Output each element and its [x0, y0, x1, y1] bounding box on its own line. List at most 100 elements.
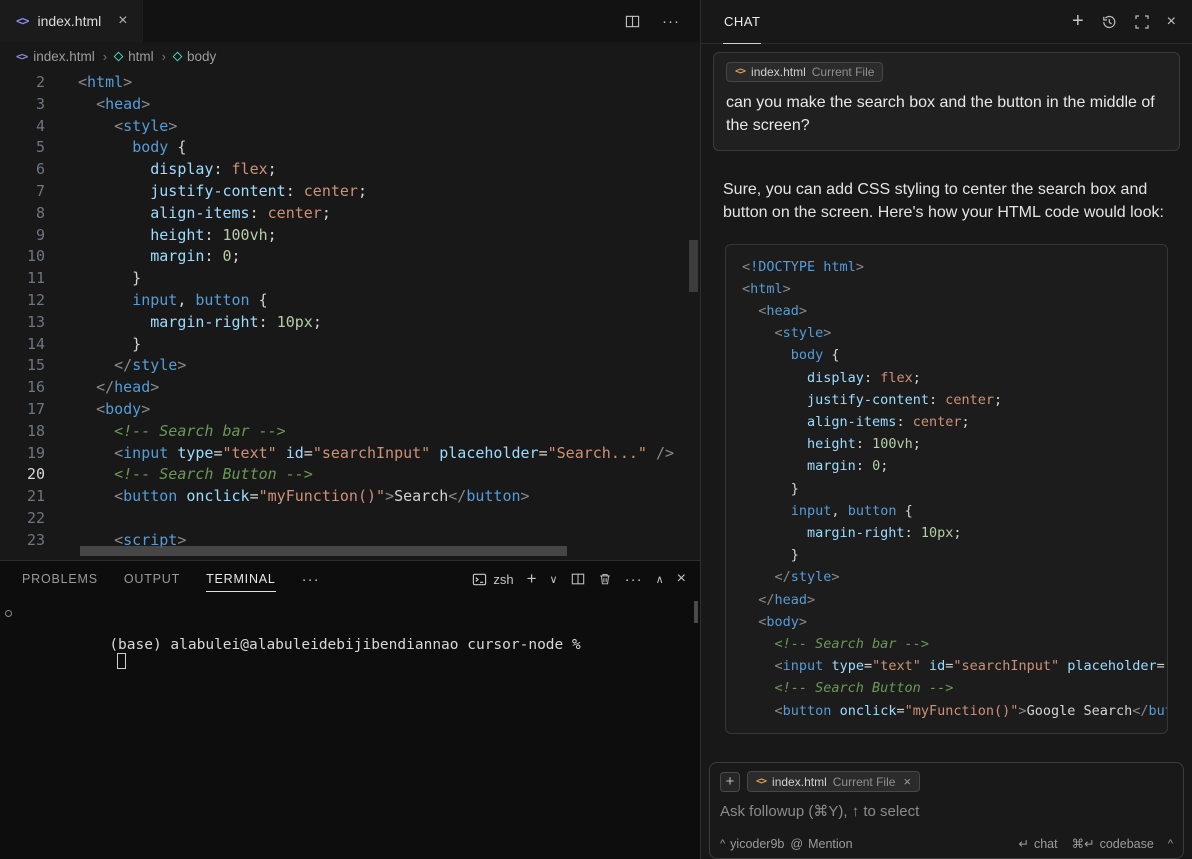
split-terminal-icon[interactable] — [571, 572, 585, 586]
breadcrumb-symbol-body[interactable]: body — [174, 49, 216, 64]
code-line: 20 <!-- Search Button --> — [0, 464, 700, 486]
line-number: 22 — [0, 508, 45, 530]
code-line: justify-content: center; — [742, 389, 1151, 411]
code-editor[interactable]: 2<html>3 <head>4 <style>5 body {6 displa… — [0, 70, 700, 560]
code-line: display: flex; — [742, 367, 1151, 389]
new-terminal-icon[interactable]: + — [527, 569, 537, 589]
chip-context-label: Current File — [812, 65, 875, 79]
assistant-message-text: Sure, you can add CSS styling to center … — [723, 178, 1170, 224]
line-number: 3 — [0, 94, 45, 116]
expand-chat-icon[interactable] — [1134, 14, 1150, 30]
add-context-button[interactable]: + — [720, 772, 740, 792]
chip-file-label: index.html — [772, 775, 827, 789]
breadcrumb-separator: › — [103, 49, 107, 64]
code-line: 11 } — [0, 268, 700, 290]
mention-button[interactable]: @ Mention — [790, 837, 852, 851]
chat-conversation[interactable]: <> index.html Current File can you make … — [701, 44, 1192, 754]
command-decoration-icon[interactable] — [5, 610, 12, 617]
chat-panel: CHAT + × <> index.html Current File ca — [700, 0, 1192, 859]
editor-group: <> index.html × ··· <> index.html › — [0, 0, 700, 859]
panel-more-actions-icon[interactable]: ··· — [625, 571, 643, 588]
code-line: 2<html> — [0, 72, 700, 94]
user-message-text: can you make the search box and the butt… — [726, 91, 1167, 137]
code-line: <!-- Search bar --> — [742, 633, 1151, 655]
model-selector[interactable]: ^ yicoder9b — [720, 837, 784, 851]
send-codebase-button[interactable]: ⌘↵ codebase — [1072, 836, 1154, 851]
assistant-code-block[interactable]: <!DOCTYPE html><html> <head> <style> bod… — [725, 244, 1168, 734]
line-number: 5 — [0, 137, 45, 159]
code-line: 14 } — [0, 334, 700, 356]
line-number: 16 — [0, 377, 45, 399]
terminal-cursor — [117, 653, 126, 669]
terminal-profile-chevron-icon[interactable]: ∨ — [550, 573, 558, 586]
terminal-actions: zsh + ∨ ··· ∧ × — [472, 569, 686, 589]
code-line: 19 <input type="text" id="searchInput" p… — [0, 443, 700, 465]
line-number: 9 — [0, 225, 45, 247]
submit-options-chevron-icon[interactable]: ^ — [1168, 838, 1173, 850]
editor-actions: ··· — [625, 0, 700, 42]
code-line: } — [742, 544, 1151, 566]
new-chat-icon[interactable]: + — [1072, 10, 1084, 33]
code-line: 7 justify-content: center; — [0, 181, 700, 203]
chat-tab[interactable]: CHAT — [723, 1, 761, 44]
chat-input-placeholder[interactable]: Ask followup (⌘Y), ↑ to select — [720, 802, 1173, 820]
panel-header: PROBLEMS OUTPUT TERMINAL ··· zsh + ∨ — [0, 561, 700, 597]
symbol-element-icon — [114, 51, 124, 61]
panel-tab-output[interactable]: OUTPUT — [124, 561, 180, 597]
editor-tabbar: <> index.html × ··· — [0, 0, 700, 42]
shell-launch-button[interactable]: zsh — [472, 572, 513, 587]
code-line: } — [742, 478, 1151, 500]
code-line: 21 <button onclick="myFunction()">Search… — [0, 486, 700, 508]
code-line: 3 <head> — [0, 94, 700, 116]
breadcrumb: <> index.html › html › body — [0, 42, 700, 70]
code-line: <button onclick="myFunction()">Google Se… — [742, 700, 1151, 722]
user-message: <> index.html Current File can you make … — [713, 52, 1180, 151]
breadcrumb-file[interactable]: <> index.html — [16, 49, 95, 64]
panel-tab-terminal[interactable]: TERMINAL — [206, 561, 276, 597]
code-line: 15 </style> — [0, 355, 700, 377]
code-line: 9 height: 100vh; — [0, 225, 700, 247]
horizontal-scrollbar[interactable] — [80, 546, 567, 556]
code-line: </head> — [742, 589, 1151, 611]
line-number: 2 — [0, 72, 45, 94]
code-line: 8 align-items: center; — [0, 203, 700, 225]
code-line: <body> — [742, 611, 1151, 633]
panel-tab-problems[interactable]: PROBLEMS — [22, 561, 98, 597]
terminal-viewport[interactable]: (base) alabulei@alabuleidebijibendiannao… — [0, 597, 700, 685]
kill-terminal-icon[interactable] — [598, 572, 612, 586]
context-chip[interactable]: <> index.html Current File — [726, 62, 883, 82]
more-actions-icon[interactable]: ··· — [662, 13, 680, 30]
line-number: 7 — [0, 181, 45, 203]
input-context-chip[interactable]: <> index.html Current File × — [747, 771, 920, 792]
vertical-scrollbar[interactable] — [689, 240, 698, 292]
code-line: 16 </head> — [0, 377, 700, 399]
code-line: margin: 0; — [742, 455, 1151, 477]
code-line: margin-right: 10px; — [742, 522, 1151, 544]
split-editor-icon[interactable] — [625, 14, 640, 29]
breadcrumb-file-label: index.html — [33, 49, 95, 64]
remove-context-icon[interactable]: × — [903, 774, 911, 789]
chat-input-box[interactable]: + <> index.html Current File × Ask follo… — [709, 762, 1184, 859]
chat-actions: + × — [1072, 10, 1176, 33]
tab-index-html[interactable]: <> index.html × — [0, 0, 143, 42]
line-number: 15 — [0, 355, 45, 377]
terminal-scrollbar[interactable] — [694, 601, 698, 623]
history-icon[interactable] — [1101, 14, 1117, 30]
maximize-panel-icon[interactable]: ∧ — [656, 573, 664, 586]
breadcrumb-symbol-label: body — [187, 49, 216, 64]
code-line: height: 100vh; — [742, 433, 1151, 455]
send-chat-button[interactable]: ↵ chat — [1019, 836, 1058, 851]
line-number: 8 — [0, 203, 45, 225]
bottom-panel: PROBLEMS OUTPUT TERMINAL ··· zsh + ∨ — [0, 560, 700, 859]
close-chat-icon[interactable]: × — [1167, 13, 1176, 31]
at-icon: @ — [790, 837, 803, 851]
terminal-prompt-line: (base) alabulei@alabuleidebijibendiannao… — [22, 605, 700, 685]
tab-close-icon[interactable]: × — [118, 12, 127, 30]
panel-more-icon[interactable]: ··· — [302, 571, 320, 588]
line-number: 12 — [0, 290, 45, 312]
breadcrumb-symbol-html[interactable]: html — [115, 49, 154, 64]
code-line: 6 display: flex; — [0, 159, 700, 181]
code-line: 22 — [0, 508, 700, 530]
code-line: </style> — [742, 566, 1151, 588]
close-panel-icon[interactable]: × — [677, 570, 686, 588]
